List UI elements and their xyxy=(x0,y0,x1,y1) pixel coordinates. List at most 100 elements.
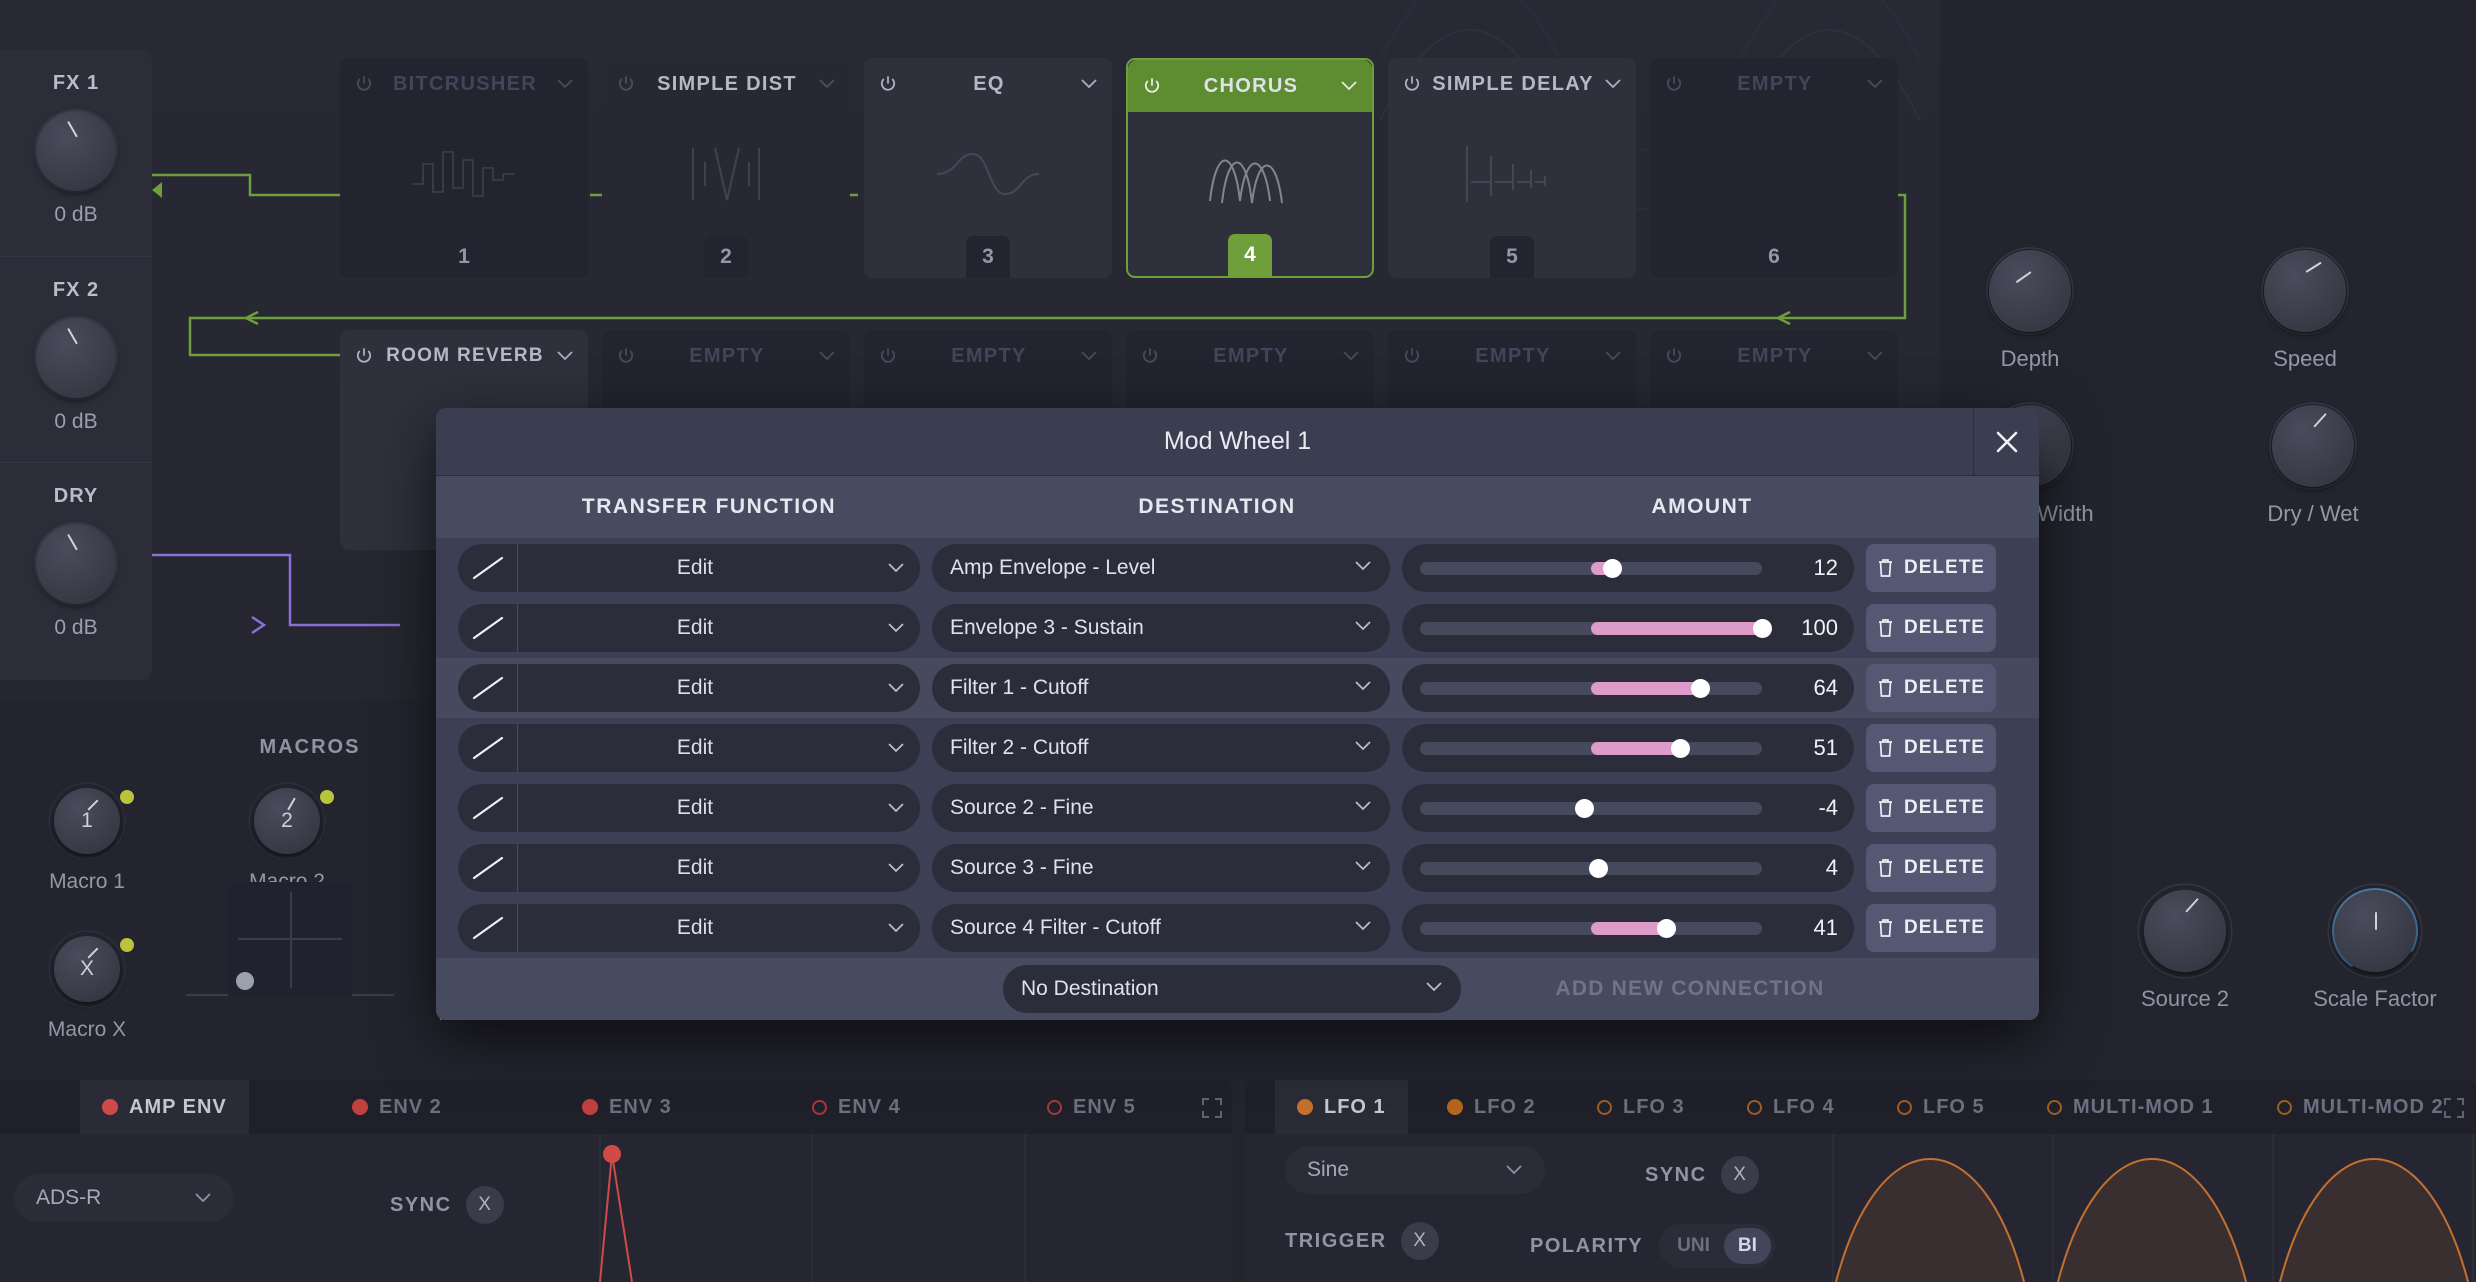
power-icon[interactable] xyxy=(1140,346,1160,366)
transfer-function-select[interactable]: Edit xyxy=(458,604,920,652)
tab-env-2[interactable]: ENV 2 xyxy=(330,1080,464,1134)
power-icon[interactable] xyxy=(354,346,374,366)
amount-slider[interactable] xyxy=(1420,738,1762,758)
macro-1-knob[interactable]: 1 xyxy=(48,782,126,860)
macro-xy-handle[interactable] xyxy=(236,972,254,990)
amount-control[interactable]: 41 xyxy=(1402,904,1854,952)
delete-button[interactable]: DELETE xyxy=(1866,544,1996,592)
amount-slider[interactable] xyxy=(1420,678,1762,698)
chevron-down-icon[interactable] xyxy=(1080,78,1098,90)
lfo-shape-select[interactable]: Sine xyxy=(1285,1146,1545,1194)
new-destination-select[interactable]: No Destination xyxy=(1003,965,1461,1013)
chevron-down-icon[interactable] xyxy=(1604,78,1622,90)
chevron-down-icon[interactable] xyxy=(1866,78,1884,90)
fx1-knob[interactable] xyxy=(33,108,119,194)
amount-slider[interactable] xyxy=(1420,918,1762,938)
delete-button[interactable]: DELETE xyxy=(1866,904,1996,952)
amount-control[interactable]: 51 xyxy=(1402,724,1854,772)
power-icon[interactable] xyxy=(1664,346,1684,366)
chevron-down-icon[interactable] xyxy=(1080,350,1098,362)
delete-button[interactable]: DELETE xyxy=(1866,724,1996,772)
amount-control[interactable]: -4 xyxy=(1402,784,1854,832)
delete-button[interactable]: DELETE xyxy=(1866,844,1996,892)
fx-slot-1[interactable]: BITCRUSHER 1 xyxy=(340,58,588,278)
tab-amp-env[interactable]: AMP ENV xyxy=(80,1080,249,1134)
power-icon[interactable] xyxy=(878,346,898,366)
transfer-function-select[interactable]: Edit xyxy=(458,904,920,952)
tab-multi-mod-2[interactable]: MULTI-MOD 2 xyxy=(2255,1080,2466,1134)
env-expand-button[interactable] xyxy=(1200,1096,1224,1125)
tab-env-3[interactable]: ENV 3 xyxy=(560,1080,694,1134)
amount-control[interactable]: 12 xyxy=(1402,544,1854,592)
destination-select[interactable]: Amp Envelope - Level xyxy=(932,544,1390,592)
chevron-down-icon[interactable] xyxy=(1340,80,1358,92)
chevron-down-icon[interactable] xyxy=(1866,350,1884,362)
amount-slider[interactable] xyxy=(1420,558,1762,578)
power-icon[interactable] xyxy=(616,74,636,94)
close-button[interactable] xyxy=(1973,408,2039,475)
power-icon[interactable] xyxy=(878,74,898,94)
scale-factor-knob[interactable] xyxy=(2327,883,2423,979)
power-icon[interactable] xyxy=(354,74,374,94)
destination-select[interactable]: Source 4 Filter - Cutoff xyxy=(932,904,1390,952)
envelope-mode-select[interactable]: ADS-R xyxy=(14,1174,234,1222)
amount-control[interactable]: 100 xyxy=(1402,604,1854,652)
dry-wet-knob[interactable] xyxy=(2269,402,2357,490)
macro-x-knob[interactable]: X xyxy=(48,930,126,1008)
amount-control[interactable]: 64 xyxy=(1402,664,1854,712)
destination-select[interactable]: Source 3 - Fine xyxy=(932,844,1390,892)
power-icon[interactable] xyxy=(1402,74,1422,94)
destination-select[interactable]: Envelope 3 - Sustain xyxy=(932,604,1390,652)
tab-lfo-5[interactable]: LFO 5 xyxy=(1875,1080,2007,1134)
power-icon[interactable] xyxy=(1664,74,1684,94)
transfer-function-select[interactable]: Edit xyxy=(458,664,920,712)
transfer-function-select[interactable]: Edit xyxy=(458,844,920,892)
add-new-connection-button[interactable]: ADD NEW CONNECTION xyxy=(1461,977,1919,1001)
delete-button[interactable]: DELETE xyxy=(1866,604,1996,652)
dry-knob[interactable] xyxy=(33,521,119,607)
chevron-down-icon[interactable] xyxy=(556,350,574,362)
macro-xy-pad[interactable] xyxy=(228,882,352,998)
tab-lfo-4[interactable]: LFO 4 xyxy=(1725,1080,1857,1134)
lfo-sync-toggle[interactable]: X xyxy=(1720,1156,1759,1194)
delete-button[interactable]: DELETE xyxy=(1866,664,1996,712)
power-icon[interactable] xyxy=(616,346,636,366)
tab-lfo-1[interactable]: LFO 1 xyxy=(1275,1080,1408,1134)
tab-lfo-3[interactable]: LFO 3 xyxy=(1575,1080,1707,1134)
destination-select[interactable]: Source 2 - Fine xyxy=(932,784,1390,832)
power-icon[interactable] xyxy=(1402,346,1422,366)
depth-knob[interactable] xyxy=(1986,247,2074,335)
amount-slider-thumb[interactable] xyxy=(1670,738,1690,758)
lfo-polarity-toggle[interactable]: UNI BI xyxy=(1659,1224,1775,1268)
chevron-down-icon[interactable] xyxy=(818,350,836,362)
lfo-trigger-toggle[interactable]: X xyxy=(1400,1222,1439,1260)
transfer-function-select[interactable]: Edit xyxy=(458,784,920,832)
lfo-expand-button[interactable] xyxy=(2442,1096,2466,1125)
transfer-function-select[interactable]: Edit xyxy=(458,724,920,772)
tab-env-5[interactable]: ENV 5 xyxy=(1025,1080,1158,1134)
amount-slider[interactable] xyxy=(1420,798,1762,818)
fx2-knob[interactable] xyxy=(33,315,119,401)
amount-slider[interactable] xyxy=(1420,858,1762,878)
power-icon[interactable] xyxy=(1142,76,1162,96)
fx-slot-4[interactable]: CHORUS 4 xyxy=(1126,58,1374,278)
fx-slot-6[interactable]: EMPTY 6 xyxy=(1650,58,1898,278)
tab-env-4[interactable]: ENV 4 xyxy=(790,1080,923,1134)
chevron-down-icon[interactable] xyxy=(1342,350,1360,362)
envelope-sync-toggle[interactable]: X xyxy=(465,1186,504,1224)
lfo-polarity-bi[interactable]: BI xyxy=(1723,1228,1771,1264)
chevron-down-icon[interactable] xyxy=(556,78,574,90)
amount-slider-thumb[interactable] xyxy=(1753,618,1772,638)
lfo-polarity-uni[interactable]: UNI xyxy=(1663,1228,1724,1264)
amount-slider[interactable] xyxy=(1420,618,1772,638)
source-2-knob[interactable] xyxy=(2137,883,2233,979)
macro-2-knob[interactable]: 2 xyxy=(248,782,326,860)
lfo-waveform-display[interactable] xyxy=(1815,1134,2476,1282)
tab-lfo-2[interactable]: LFO 2 xyxy=(1425,1080,1558,1134)
envelope-curve-display[interactable] xyxy=(520,1134,1232,1282)
chevron-down-icon[interactable] xyxy=(818,78,836,90)
amount-slider-thumb[interactable] xyxy=(1575,798,1595,818)
chevron-down-icon[interactable] xyxy=(1604,350,1622,362)
amount-slider-thumb[interactable] xyxy=(1691,678,1711,698)
fx-slot-3[interactable]: EQ 3 xyxy=(864,58,1112,278)
